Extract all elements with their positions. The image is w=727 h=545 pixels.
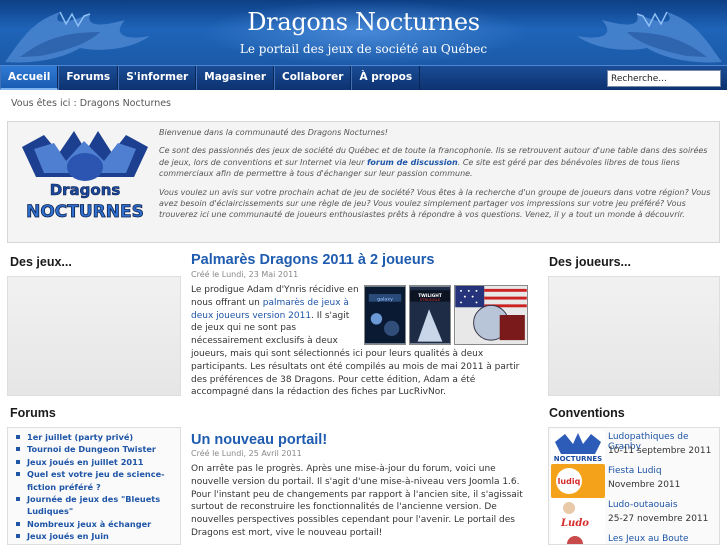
forums-box: 1er juillet (party privé) Tournoi de Dun… — [7, 427, 181, 545]
jeux-au-boute-logo — [551, 532, 605, 544]
search-input[interactable] — [607, 70, 721, 87]
ludo-outaouais-logo: Ludo — [551, 498, 605, 532]
fiesta-ludiq-logo: ludiq — [551, 464, 605, 498]
svg-text:Dragons: Dragons — [50, 181, 121, 199]
joueurs-heading: Des joueurs... — [549, 255, 631, 269]
dragons-nocturnes-logo: Dragons NOCTURNES — [22, 131, 148, 222]
convention-name[interactable]: Ludo-outaouais — [608, 500, 678, 510]
article-title-portail[interactable]: Un nouveau portail! — [191, 432, 327, 448]
flag-game-cover[interactable] — [454, 285, 528, 345]
main-nav: Accueil Forums S'informer Magasiner Coll… — [0, 65, 727, 90]
site-header: Dragons Nocturnes Le portail des jeux de… — [0, 0, 727, 65]
conventions-heading: Conventions — [549, 406, 625, 420]
forums-heading: Forums — [10, 406, 56, 420]
article-title-palmares[interactable]: Palmarès Dragons 2011 à 2 joueurs — [191, 252, 434, 268]
ludopathiques-logo: NOCTURNES — [551, 430, 605, 464]
forum-item[interactable]: Quel est votre jeu de science-fiction pr… — [13, 468, 180, 493]
conventions-box: NOCTURNES Ludopathiques de Granby 10-11 … — [548, 427, 720, 545]
nav-item-apropos[interactable]: À propos — [351, 66, 421, 90]
svg-text:Ludo: Ludo — [560, 518, 589, 529]
article-date: Créé le Lundi, 23 Mai 2011 — [191, 270, 299, 279]
forum-item[interactable]: 1er juillet (party privé) — [13, 431, 180, 443]
convention-name[interactable]: Fiesta Ludiq — [608, 466, 662, 476]
convention-date: 10-11 septembre 2011 — [608, 446, 712, 456]
site-title: Dragons Nocturnes — [247, 8, 480, 36]
jeux-heading: Des jeux... — [10, 255, 72, 269]
game-images: galaxy TWILIGHT STRUGGLE — [364, 285, 529, 345]
nav-item-collaborer[interactable]: Collaborer — [274, 66, 352, 90]
svg-text:ludiq: ludiq — [558, 477, 581, 486]
welcome-text: Bienvenue dans la communauté des Dragons… — [159, 127, 715, 228]
svg-text:STRUGGLE: STRUGGLE — [420, 297, 441, 302]
forum-item[interactable]: Tournoi de Dungeon Twister — [13, 443, 180, 455]
twilight-struggle-cover[interactable]: TWILIGHT STRUGGLE — [409, 285, 451, 345]
forum-link[interactable]: forum de discussion — [367, 158, 458, 167]
convention-item[interactable]: ludiq Fiesta Ludiq Novembre 2011 — [551, 464, 719, 498]
nav-item-magasiner[interactable]: Magasiner — [196, 66, 275, 90]
forum-item[interactable]: Jeux joués en juillet 2011 — [13, 456, 180, 468]
convention-name[interactable]: Les Jeux au Boute — [608, 534, 689, 544]
forum-item[interactable]: Journée de jeux des "Bleuets Ludiques" — [13, 493, 180, 518]
jeux-box — [7, 276, 181, 396]
welcome-p3: Vous voulez un avis sur votre prochain a… — [159, 187, 711, 220]
article-body-portail: On arrête pas le progrès. Après une mise… — [191, 464, 523, 538]
galaxy-game-cover[interactable]: galaxy — [364, 285, 406, 345]
convention-item[interactable]: Ludo Ludo-outaouais 25-27 novembre 2011 — [551, 498, 719, 532]
welcome-p2: Ce sont des passionnés des jeux de socié… — [159, 145, 715, 179]
forum-item[interactable]: Nombreux jeux à échanger — [13, 518, 180, 530]
convention-item[interactable]: Les Jeux au Boute — [551, 532, 719, 544]
svg-text:NOCTURNES: NOCTURNES — [554, 455, 602, 463]
convention-item[interactable]: NOCTURNES Ludopathiques de Granby 10-11 … — [551, 430, 719, 464]
joueurs-box — [548, 276, 720, 396]
convention-date: 25-27 novembre 2011 — [608, 514, 709, 524]
article-date: Créé le Lundi, 25 Avril 2011 — [191, 449, 302, 458]
svg-text:NOCTURNES: NOCTURNES — [26, 202, 144, 222]
nav-item-forums[interactable]: Forums — [58, 66, 119, 90]
convention-date: Novembre 2011 — [608, 480, 681, 490]
svg-text:galaxy: galaxy — [377, 297, 393, 303]
forum-item[interactable]: Jeux joués en Juin — [13, 530, 180, 542]
nav-item-accueil[interactable]: Accueil — [0, 66, 59, 90]
welcome-box: Dragons NOCTURNES Bienvenue dans la comm… — [7, 121, 720, 243]
site-tagline: Le portail des jeux de société au Québec — [239, 42, 488, 56]
breadcrumb: Vous êtes ici : Dragons Nocturnes — [11, 98, 172, 109]
welcome-p1: Bienvenue dans la communauté des Dragons… — [159, 128, 388, 137]
nav-item-sinformer[interactable]: S'informer — [118, 66, 197, 90]
